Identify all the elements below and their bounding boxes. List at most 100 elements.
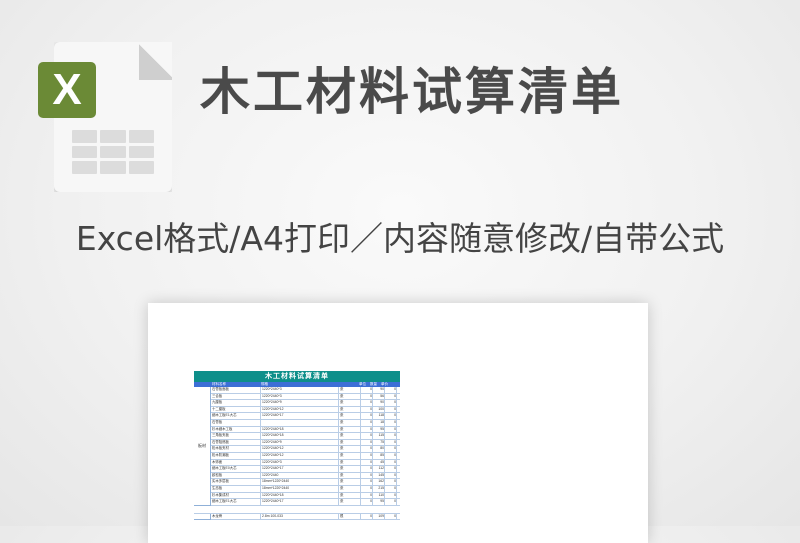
table-cell: 1220*2440*3	[261, 459, 339, 466]
table-cell: 0	[385, 499, 397, 505]
table-cell: 0	[385, 472, 397, 479]
table-cell: 杉木细木工板	[211, 426, 261, 433]
table-cell: 1220*2440*9	[261, 439, 339, 446]
table-cell: 张	[339, 413, 361, 419]
table-row: 十二厘板 1220*2440*12 张 0 100 0	[211, 406, 400, 414]
table-row: 细木工板E0大芯 1220*2440*17 张 0 112 0	[211, 466, 400, 473]
table-cell: 0	[361, 439, 373, 446]
table-cell: 0	[361, 479, 373, 485]
table-row: 木饰面 1220*2440*3 张 0 45 0	[211, 459, 400, 467]
table-cell: 0	[385, 452, 397, 459]
table-cell: 112	[373, 466, 385, 472]
table-cell	[261, 419, 339, 426]
table-cell: 90	[373, 400, 385, 406]
table-cell: 162	[373, 479, 385, 485]
table-cell: 118	[373, 413, 385, 419]
sheet-title: 木工材料试算清单	[194, 371, 400, 382]
table-row: 杉木集成材 1220*2440*18 张 0 110 0	[211, 492, 400, 500]
table-cell: 石膏板	[211, 419, 261, 426]
table-cell: 2.8m 100-033	[261, 513, 339, 520]
file-corner-fold	[139, 42, 172, 80]
file-icon: X	[38, 42, 176, 194]
table-cell: 张	[339, 387, 361, 393]
table-cell: 80	[373, 446, 385, 452]
table-cell: 0	[385, 492, 397, 499]
table-cell: 0	[385, 433, 397, 439]
table-cell: 1220*2440*3	[261, 393, 339, 400]
table-row: 九厘板 1220*2440*9 张 0 90 0	[211, 400, 400, 407]
table-cell: 1220*2440*12	[261, 446, 339, 452]
table-cell: 石膏板面板	[211, 387, 261, 393]
excel-x-icon: X	[38, 62, 96, 118]
table-cell: 张	[339, 406, 361, 413]
table-cell: 0	[385, 413, 397, 419]
table-cell: 1220*2440*9	[261, 400, 339, 406]
table-cell: 1220*2440*12	[261, 406, 339, 413]
table-cell: 石膏阻燃板	[211, 439, 261, 446]
table-cell: 75	[373, 439, 385, 446]
table-cell: 0	[385, 419, 397, 426]
table-cell: 欧松板	[211, 472, 261, 479]
table-cell: 1220*2440*17	[261, 413, 339, 419]
table-row: 细木工板E1大芯 1220*2440*17 张 0 95 0	[211, 499, 400, 506]
table-cell: 张	[339, 439, 361, 446]
table-cell: 细木工板E1大芯	[211, 499, 261, 505]
table-cell: 0	[385, 446, 397, 452]
category-cell-2	[194, 513, 211, 521]
table-cell: 张	[339, 485, 361, 492]
table-cell: 木龙骨	[211, 513, 261, 520]
page-title: 木工材料试算清单	[200, 63, 624, 121]
table-cell: 56	[373, 393, 385, 400]
table-cell: 1220*2440	[261, 472, 339, 479]
table-row: 石膏板面板 1220*2440*3 张 0 90 0	[211, 387, 400, 394]
table-cell: 张	[339, 400, 361, 406]
category-cell: 板材	[194, 387, 211, 506]
table-cell: 细木工板E0大芯	[211, 466, 261, 472]
table-cell: 115	[373, 433, 385, 439]
table-cell: 0	[361, 413, 373, 419]
table-cell: 110	[373, 492, 385, 499]
table-cell: 0	[385, 479, 397, 485]
table-row: 松木防潮板 1220*2440*12 张 0 85 0	[211, 452, 400, 460]
table-cell: 杉木集成材	[211, 492, 261, 499]
table-cell: 0	[361, 400, 373, 406]
table-row: 欧松板 1220*2440 张 0 145 0	[211, 472, 400, 480]
table-cell: 1220*2440*17	[261, 499, 339, 505]
table-row: 细木工板E1大芯 1220*2440*17 张 0 118 0	[211, 413, 400, 420]
table-cell: 生态板	[211, 485, 261, 492]
table-cell: 张	[339, 452, 361, 459]
table-row: 三合板 1220*2440*3 张 0 56 0	[211, 393, 400, 401]
table-row: 石膏阻燃板 1220*2440*9 张 0 75 0	[211, 439, 400, 447]
table-cell: 0	[385, 426, 397, 433]
table-cell: 0	[385, 459, 397, 466]
table-cell: 1220*2440*17	[261, 466, 339, 472]
table-cell: 松木防潮板	[211, 452, 261, 459]
table-row: 松木板夹材 1220*2440*12 张 0 80 0	[211, 446, 400, 453]
table-cell: 0	[361, 387, 373, 393]
table-cell: 0	[361, 452, 373, 459]
table-cell: 0	[361, 393, 373, 400]
table-cell: 0	[385, 387, 397, 393]
table-cell: 张	[339, 446, 361, 452]
table-cell: 90	[373, 387, 385, 393]
table-cell: 1220*2440*18	[261, 433, 339, 439]
table-cell: 0	[385, 439, 397, 446]
table-cell: 145	[373, 472, 385, 479]
table-row: 杉木细木工板 1220*2440*18 张 0 95 0	[211, 426, 400, 434]
table-cell: 0	[385, 400, 397, 406]
table-cell: 十二厘板	[211, 406, 261, 413]
table-cell: 0	[361, 426, 373, 433]
table-cell: 张	[339, 466, 361, 472]
table-cell: 18	[373, 419, 385, 426]
subtitle: Excel格式/A4打印／内容随意修改/自带公式	[75, 219, 725, 258]
table-row: 木龙骨 2.8m 100-033 根 0 109 0	[211, 513, 400, 521]
sheet-footer-rows: 木龙骨 2.8m 100-033 根 0 109 0	[211, 513, 400, 521]
table-cell: 0	[361, 446, 373, 452]
table-cell: 0	[385, 485, 397, 492]
table-cell: 0	[361, 459, 373, 466]
table-cell: 张	[339, 433, 361, 439]
table-cell: 张	[339, 499, 361, 505]
table-cell: 0	[385, 406, 397, 413]
table-cell: 1220*2440*18	[261, 426, 339, 433]
table-cell: 张	[339, 419, 361, 426]
